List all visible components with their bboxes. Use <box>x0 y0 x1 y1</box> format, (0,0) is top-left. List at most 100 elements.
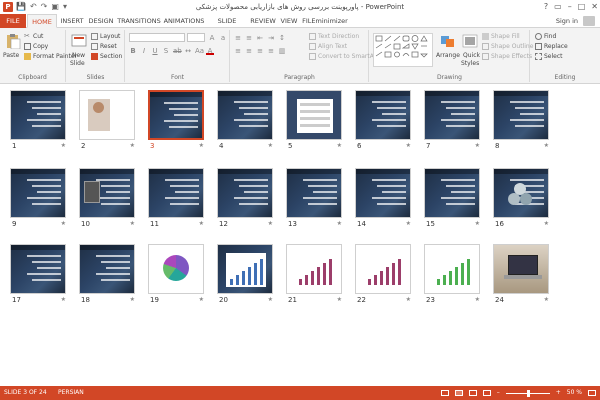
convert-smartart-button[interactable]: Convert to SmartArt <box>309 52 379 61</box>
text-direction-button[interactable]: Text Direction <box>309 32 359 41</box>
slide-thumbnail-cell[interactable]: 4 ★ <box>217 90 273 152</box>
transition-star-icon[interactable]: ★ <box>475 296 480 303</box>
slide-thumbnail-cell[interactable]: 16 ★ <box>493 168 549 230</box>
slide-thumbnail[interactable] <box>79 90 135 140</box>
slide-thumbnail[interactable] <box>79 244 135 294</box>
decrease-indent-icon[interactable]: ⇤ <box>256 34 264 42</box>
reset-button[interactable]: Reset <box>91 42 117 51</box>
slide-thumbnail[interactable] <box>10 168 66 218</box>
align-right-icon[interactable]: ≡ <box>256 47 264 55</box>
slideshow-view-icon[interactable] <box>482 390 491 396</box>
transition-star-icon[interactable]: ★ <box>337 296 342 303</box>
underline-icon[interactable]: U <box>151 47 159 55</box>
transition-star-icon[interactable]: ★ <box>544 220 549 227</box>
slide-thumbnail-cell[interactable]: 7 ★ <box>424 90 480 152</box>
shapes-gallery[interactable] <box>373 33 433 67</box>
shape-effects-button[interactable]: Shape Effects <box>482 52 532 61</box>
tab-fileminimizer[interactable]: FILEminimizer <box>302 14 348 28</box>
shape-outline-button[interactable]: Shape Outline <box>482 42 533 51</box>
transition-star-icon[interactable]: ★ <box>337 220 342 227</box>
slide-sorter-view-icon[interactable] <box>454 390 463 396</box>
slide-thumbnail-cell[interactable]: 19 ★ <box>148 244 204 306</box>
tab-insert[interactable]: INSERT <box>58 14 86 28</box>
slide-thumbnail-cell[interactable]: 23 ★ <box>424 244 480 306</box>
tab-transitions[interactable]: TRANSITIONS <box>117 14 161 28</box>
avatar[interactable] <box>583 16 595 26</box>
tab-home[interactable]: HOME <box>27 14 57 28</box>
tab-review[interactable]: REVIEW <box>249 14 277 28</box>
close-icon[interactable]: ✕ <box>591 1 598 12</box>
transition-star-icon[interactable]: ★ <box>61 142 66 149</box>
zoom-level[interactable]: 50 % <box>567 386 582 400</box>
transition-star-icon[interactable]: ★ <box>475 220 480 227</box>
zoom-out-button[interactable]: – <box>497 386 500 400</box>
normal-view-icon[interactable] <box>440 390 449 396</box>
transition-star-icon[interactable]: ★ <box>406 296 411 303</box>
change-case-icon[interactable]: Aa <box>195 47 204 55</box>
tab-slide-show[interactable]: SLIDE SHOW <box>207 14 247 39</box>
paste-button[interactable]: Paste <box>3 51 19 60</box>
slide-thumbnail-cell[interactable]: 11 ★ <box>148 168 204 230</box>
sign-in-link[interactable]: Sign in <box>556 14 578 28</box>
justify-icon[interactable]: ≡ <box>267 47 275 55</box>
increase-indent-icon[interactable]: ⇥ <box>267 34 275 42</box>
tab-view[interactable]: VIEW <box>278 14 300 28</box>
help-icon[interactable]: ? <box>544 1 548 12</box>
slide-thumbnail[interactable] <box>424 244 480 294</box>
slide-thumbnail[interactable] <box>217 168 273 218</box>
align-center-icon[interactable]: ≡ <box>245 47 253 55</box>
minimize-icon[interactable]: – <box>568 1 572 12</box>
slide-thumbnail[interactable] <box>493 90 549 140</box>
transition-star-icon[interactable]: ★ <box>130 220 135 227</box>
maximize-icon[interactable]: □ <box>578 1 586 12</box>
slide-thumbnail-cell[interactable]: 12 ★ <box>217 168 273 230</box>
slide-thumbnail-cell[interactable]: 18 ★ <box>79 244 135 306</box>
slide-thumbnail[interactable] <box>217 244 273 294</box>
transition-star-icon[interactable]: ★ <box>337 142 342 149</box>
slide-thumbnail-cell[interactable]: 10 ★ <box>79 168 135 230</box>
replace-button[interactable]: Replace <box>535 42 568 51</box>
align-text-button[interactable]: Align Text <box>309 42 347 51</box>
quick-styles-icon[interactable] <box>462 33 478 49</box>
numbering-icon[interactable]: ≡ <box>245 34 253 42</box>
slide-thumbnail[interactable] <box>355 244 411 294</box>
slide-thumbnail[interactable] <box>286 244 342 294</box>
section-button[interactable]: Section <box>91 52 122 61</box>
slide-thumbnail[interactable] <box>79 168 135 218</box>
slide-thumbnail-cell[interactable]: 22 ★ <box>355 244 411 306</box>
copy-button[interactable]: Copy <box>24 42 48 51</box>
zoom-in-button[interactable]: + <box>556 386 561 400</box>
find-button[interactable]: Find <box>535 32 556 41</box>
slide-thumbnail[interactable] <box>286 168 342 218</box>
transition-star-icon[interactable]: ★ <box>544 296 549 303</box>
quick-styles-label-2[interactable]: Styles <box>461 59 479 68</box>
slide-thumbnail[interactable] <box>148 90 204 140</box>
transition-star-icon[interactable]: ★ <box>199 142 204 149</box>
shrink-font-icon[interactable]: a <box>219 34 227 42</box>
font-color-icon[interactable]: A <box>206 47 214 55</box>
slide-thumbnail-cell[interactable]: 17 ★ <box>10 244 66 306</box>
zoom-slider-thumb[interactable] <box>526 389 530 397</box>
font-size-dropdown[interactable] <box>187 33 205 42</box>
tab-design[interactable]: DESIGN <box>87 14 115 28</box>
slide-thumbnail[interactable] <box>10 90 66 140</box>
bullets-icon[interactable]: ≡ <box>234 34 242 42</box>
char-spacing-icon[interactable]: ↔ <box>184 47 192 55</box>
slide-thumbnail[interactable] <box>355 90 411 140</box>
transition-star-icon[interactable]: ★ <box>406 220 411 227</box>
transition-star-icon[interactable]: ★ <box>406 142 411 149</box>
transition-star-icon[interactable]: ★ <box>130 296 135 303</box>
reading-view-icon[interactable] <box>468 390 477 396</box>
slide-thumbnail-cell[interactable]: 6 ★ <box>355 90 411 152</box>
shape-fill-button[interactable]: Shape Fill <box>482 32 520 41</box>
line-spacing-icon[interactable]: ↕ <box>278 34 286 42</box>
transition-star-icon[interactable]: ★ <box>199 296 204 303</box>
transition-star-icon[interactable]: ★ <box>61 220 66 227</box>
slide-thumbnail[interactable] <box>424 168 480 218</box>
slide-thumbnail-cell[interactable]: 3 ★ <box>148 90 204 152</box>
transition-star-icon[interactable]: ★ <box>130 142 135 149</box>
slide-thumbnail[interactable] <box>148 244 204 294</box>
slide-thumbnail-cell[interactable]: 1 ★ <box>10 90 66 152</box>
slide-thumbnail[interactable] <box>286 90 342 140</box>
ribbon-display-options-icon[interactable]: ▭ <box>554 1 562 12</box>
